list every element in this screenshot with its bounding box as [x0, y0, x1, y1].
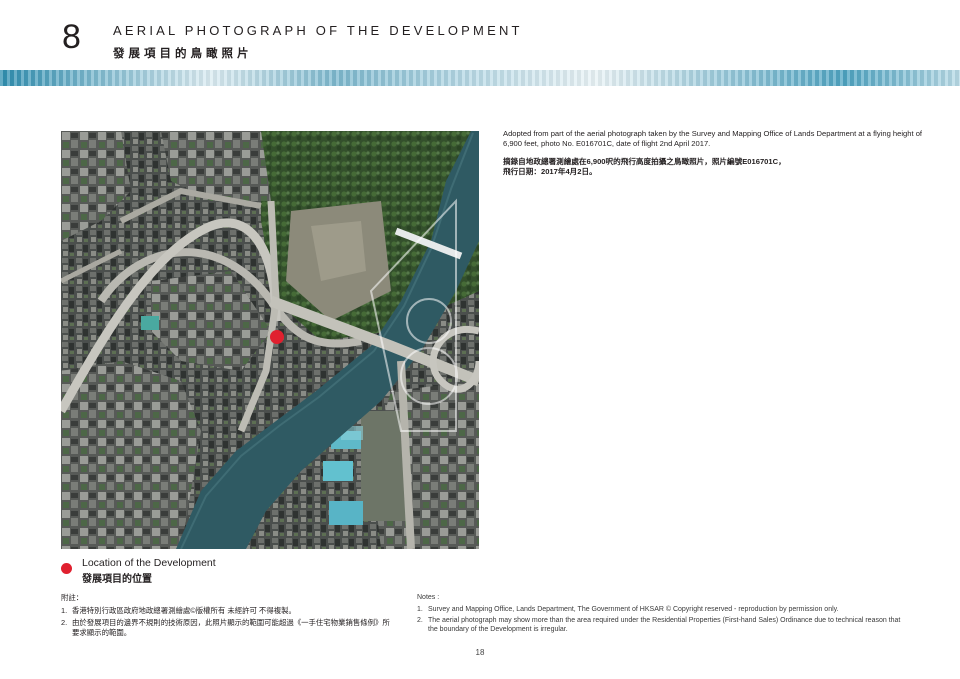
note-number: 1.	[61, 606, 68, 615]
note-item: 2. 由於發展項目的邊界不規則的技術原因，此照片顯示的範圍可能超過《一手住宅物業…	[61, 618, 391, 638]
page-title-zh: 發展項目的鳥瞰照片	[113, 48, 253, 60]
caption-zh-line2: 飛行日期：2017年4月2日。	[503, 167, 597, 176]
page-title-en: AERIAL PHOTOGRAPH OF THE DEVELOPMENT	[113, 23, 523, 38]
caption-zh: 摘錄自地政總署測繪處在6,900呎的飛行高度拍攝之鳥瞰照片，照片編號E01670…	[503, 157, 923, 177]
note-item: 1. Survey and Mapping Office, Lands Depa…	[417, 605, 907, 614]
legend-label-zh: 發展項目的位置	[82, 574, 152, 585]
note-text: The aerial photograph may show more than…	[428, 617, 901, 633]
header-decoration-band	[0, 70, 960, 86]
legend-label-en: Location of the Development	[82, 557, 216, 569]
note-number: 1.	[417, 606, 423, 613]
note-number: 2.	[61, 618, 68, 627]
notes-en: Notes : 1. Survey and Mapping Office, La…	[417, 593, 907, 636]
aerial-photograph	[61, 131, 479, 549]
notes-zh-heading: 附註：	[61, 593, 84, 602]
caption-en: Adopted from part of the aerial photogra…	[503, 129, 923, 148]
note-text: 香港特別行政區政府地政總署測繪處©版權所有 未經許可 不得複製。	[72, 606, 296, 615]
note-text: 由於發展項目的邊界不規則的技術原因，此照片顯示的範圍可能超過《一手住宅物業銷售條…	[72, 618, 390, 637]
note-text: Survey and Mapping Office, Lands Departm…	[428, 606, 839, 613]
note-item: 1. 香港特別行政區政府地政總署測繪處©版權所有 未經許可 不得複製。	[61, 606, 391, 616]
development-location-marker	[270, 330, 284, 344]
page-number: 18	[475, 648, 485, 657]
location-marker-icon	[61, 563, 72, 574]
note-item: 2. The aerial photograph may show more t…	[417, 616, 907, 634]
notes-zh: 附註： 1. 香港特別行政區政府地政總署測繪處©版權所有 未經許可 不得複製。 …	[61, 593, 391, 640]
photo-caption: Adopted from part of the aerial photogra…	[503, 129, 923, 177]
caption-zh-line1: 摘錄自地政總署測繪處在6,900呎的飛行高度拍攝之鳥瞰照片，照片編號E01670…	[503, 157, 786, 166]
section-number: 8	[62, 18, 81, 56]
note-number: 2.	[417, 617, 423, 624]
notes-en-heading: Notes :	[417, 594, 440, 601]
